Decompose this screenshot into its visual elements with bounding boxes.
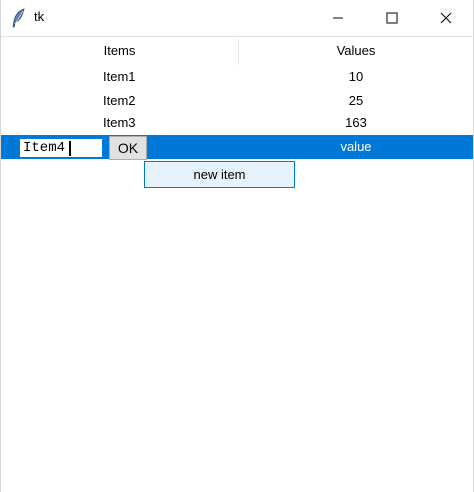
value-cell: value bbox=[340, 139, 372, 154]
maximize-button[interactable] bbox=[365, 0, 419, 36]
value-cell: 10 bbox=[348, 69, 364, 84]
new-item-dropdown[interactable]: new item bbox=[144, 161, 295, 188]
minimize-button[interactable] bbox=[311, 0, 365, 36]
column-header-values[interactable]: Values bbox=[239, 37, 473, 65]
item-cell: Item1 bbox=[103, 69, 136, 84]
text-caret bbox=[69, 141, 71, 156]
close-button[interactable] bbox=[419, 0, 473, 36]
title-bar[interactable]: tk bbox=[1, 0, 473, 36]
window-title: tk bbox=[34, 9, 45, 24]
client-area: Items Values Item1 10 Item2 25 Item3 163… bbox=[1, 36, 473, 492]
feather-icon bbox=[11, 8, 27, 28]
treeview-header: Items Values bbox=[1, 37, 473, 65]
close-icon bbox=[440, 12, 452, 24]
table-row[interactable]: Item3 163 bbox=[1, 111, 473, 135]
ok-button[interactable]: OK bbox=[109, 136, 147, 160]
table-row[interactable]: Item1 10 bbox=[1, 65, 473, 89]
app-window: tk Items Values Item1 10 Item2 25 Item3 … bbox=[0, 0, 474, 492]
new-item-option[interactable]: new item bbox=[145, 162, 294, 187]
column-header-items[interactable]: Items bbox=[1, 37, 238, 65]
table-row[interactable]: Item2 25 bbox=[1, 89, 473, 113]
value-cell: 163 bbox=[345, 115, 367, 130]
value-cell: 25 bbox=[348, 93, 364, 108]
item-cell: Item3 bbox=[103, 115, 136, 130]
item-name-input[interactable] bbox=[19, 138, 103, 158]
item-cell: Item2 bbox=[103, 93, 136, 108]
minimize-icon bbox=[333, 17, 343, 19]
maximize-icon bbox=[386, 12, 398, 24]
